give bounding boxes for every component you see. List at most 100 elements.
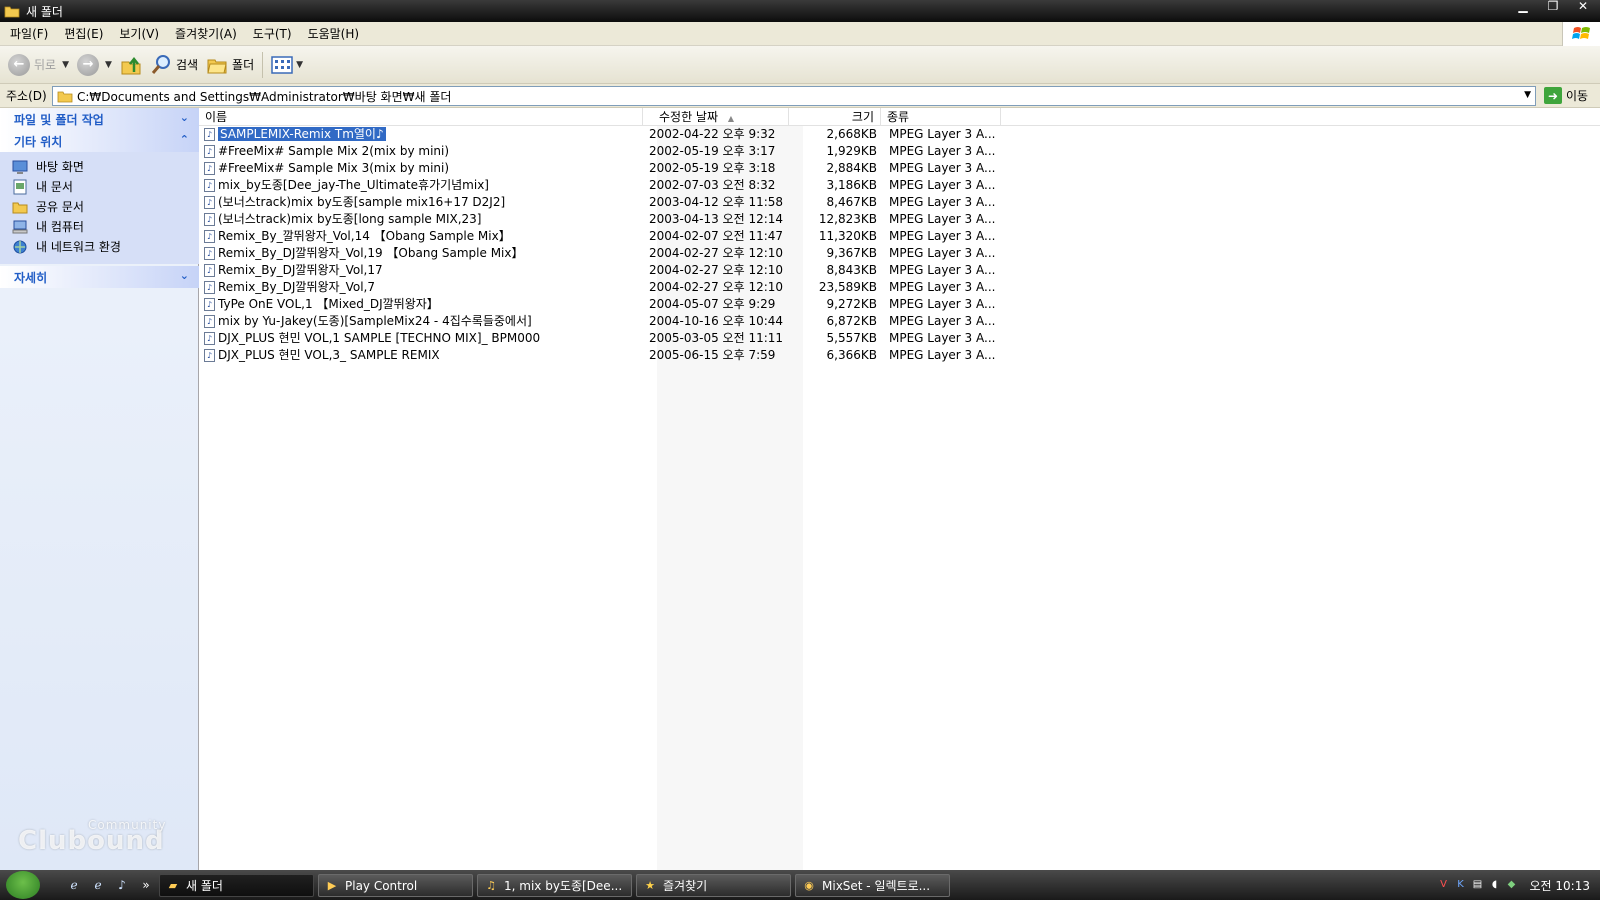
title-bar[interactable]: 새 폴더 ▁ ❐ ✕ xyxy=(0,0,1600,22)
file-type: MPEG Layer 3 A... xyxy=(889,144,996,158)
file-row[interactable]: ♪ DJX_PLUS 현민 VOL,3_ SAMPLE REMIX 2005-06-… xyxy=(199,347,1199,364)
file-type: MPEG Layer 3 A... xyxy=(889,229,996,243)
tray-network-icon[interactable]: ◆ xyxy=(1505,878,1519,892)
toolbar: ← 뒤로 ▼ → ▼ 검색 폴더 ▼ xyxy=(0,46,1600,84)
media-quicklaunch-icon[interactable]: ♪ xyxy=(114,877,130,893)
file-modified: 2004-05-07 오후 9:29 xyxy=(649,297,776,311)
file-row[interactable]: ♪ (보너스track)mix by도종[long sample MIX,23] 2… xyxy=(199,211,1199,228)
file-name: DJX_PLUS 현민 VOL,1 SAMPLE [TECHNO MIX]_ B… xyxy=(218,331,541,345)
file-name: mix by Yu-Jakey(도종)[SampleMix24 - 4집수록들중… xyxy=(218,314,532,328)
audio-icon: ♫ xyxy=(486,879,496,892)
file-row[interactable]: ♪ #FreeMix# Sample Mix 2(mix by mini) 2002… xyxy=(199,143,1199,160)
forward-button[interactable]: → ▼ xyxy=(73,50,116,80)
mp3-file-icon: ♪ xyxy=(204,281,215,294)
mp3-file-icon: ♪ xyxy=(204,179,215,192)
file-row[interactable]: ♪ Remix_By_깔뛰왕자_Vol,14 【Obang Sample Mix】… xyxy=(199,228,1199,245)
file-row[interactable]: ♪ TyPe OnE VOL,1 【Mixed_DJ깔뛰왕자】 2004-05-07… xyxy=(199,296,1199,313)
toolbar-separator xyxy=(262,51,264,78)
back-dropdown-icon[interactable]: ▼ xyxy=(62,60,69,70)
folders-button[interactable]: 폴더 xyxy=(202,50,258,80)
taskbar-button[interactable]: ◉ MixSet - 일렉트로... xyxy=(795,874,950,897)
file-row[interactable]: ♪ Remix_By_DJ깔뛰왕자_Vol,19 【Obang Sample Mi… xyxy=(199,245,1199,262)
maximize-button[interactable]: ❐ xyxy=(1540,0,1566,14)
column-header-type[interactable]: 종류 xyxy=(881,108,1001,126)
place-network[interactable]: 내 네트워크 환경 xyxy=(12,238,121,255)
taskbar-button[interactable]: ♫ 1, mix by도종[Dee... xyxy=(477,874,632,897)
views-button[interactable]: ▼ xyxy=(267,50,307,80)
file-size: 6,366KB xyxy=(826,348,877,362)
window-title: 새 폴더 xyxy=(26,4,63,19)
column-header-name[interactable]: 이름 xyxy=(199,108,643,126)
folder-icon: ▰ xyxy=(168,879,178,892)
file-name: #FreeMix# Sample Mix 2(mix by mini) xyxy=(218,144,450,158)
minimize-button[interactable]: ▁ xyxy=(1510,0,1536,14)
file-row[interactable]: ♪ #FreeMix# Sample Mix 3(mix by mini) 2002… xyxy=(199,160,1199,177)
ie-quicklaunch-icon[interactable]: ℯ xyxy=(66,877,82,893)
expand-chevron-icon[interactable]: ⌄ xyxy=(180,111,189,124)
file-row[interactable]: ♪ mix by Yu-Jakey(도종)[SampleMix24 - 4집수록들… xyxy=(199,313,1199,330)
place-shared-documents[interactable]: 공유 문서 xyxy=(12,198,84,215)
file-size: 9,272KB xyxy=(826,297,877,311)
collapse-chevron-icon[interactable]: ⌃ xyxy=(180,133,189,146)
file-row[interactable]: ♪ (보너스track)mix by도종[sample mix16+17 D2J2… xyxy=(199,194,1199,211)
taskbar-button[interactable]: ▰ 새 폴더 xyxy=(159,874,314,897)
file-list[interactable]: 이름 수정한 날짜 ▲ 크기 종류 ♪ SAMPLEMIX-Remix Tm열이♪… xyxy=(199,108,1600,870)
back-button[interactable]: ← 뒤로 ▼ xyxy=(4,50,73,80)
up-folder-button[interactable] xyxy=(116,50,146,80)
file-row[interactable]: ♪ Remix_By_DJ깔뛰왕자_Vol,7 2004-02-27 오후 12:1… xyxy=(199,279,1199,296)
taskbar-button[interactable]: ★ 즐겨찾기 xyxy=(636,874,791,897)
start-button[interactable] xyxy=(6,871,40,899)
file-modified: 2003-04-12 오후 11:58 xyxy=(649,195,784,209)
address-dropdown-icon[interactable]: ▼ xyxy=(1524,90,1531,100)
column-header-size[interactable]: 크기 xyxy=(789,108,881,126)
place-my-computer[interactable]: 내 컴퓨터 xyxy=(12,218,84,235)
shared-folder-icon xyxy=(12,202,28,213)
expand-chevron-icon[interactable]: ⌄ xyxy=(180,269,189,282)
file-name: (보너스track)mix by도종[sample mix16+17 D2J2] xyxy=(218,195,506,209)
forward-dropdown-icon[interactable]: ▼ xyxy=(105,60,112,70)
details-header[interactable]: 자세히 ⌄ xyxy=(0,266,199,288)
menu-favorites[interactable]: 즐겨찾기(A) xyxy=(167,25,245,42)
file-tasks-header[interactable]: 파일 및 폴더 작업 ⌄ xyxy=(0,108,199,130)
file-row[interactable]: ♪ mix_by도종[Dee_jay-The_Ultimate휴가기념mix] 20… xyxy=(199,177,1199,194)
address-input[interactable]: C:₩Documents and Settings₩Administrator₩… xyxy=(52,86,1536,106)
watermark-logo: Community Clubound xyxy=(18,818,167,856)
go-button[interactable]: ➜ 이동 xyxy=(1544,87,1588,104)
file-name: SAMPLEMIX-Remix Tm열이♪ xyxy=(218,126,387,142)
file-type: MPEG Layer 3 A... xyxy=(889,280,996,294)
menu-view[interactable]: 보기(V) xyxy=(111,25,167,42)
file-row[interactable]: ♪ DJX_PLUS 현민 VOL,1 SAMPLE [TECHNO MIX]_ … xyxy=(199,330,1199,347)
menu-edit[interactable]: 편집(E) xyxy=(56,25,111,42)
place-my-documents[interactable]: 내 문서 xyxy=(12,178,73,195)
file-modified: 2004-10-16 오후 10:44 xyxy=(649,314,784,328)
file-size: 6,872KB xyxy=(826,314,877,328)
windows-logo-icon xyxy=(1562,22,1600,46)
file-modified: 2003-04-13 오전 12:14 xyxy=(649,212,784,226)
tray-vl-icon[interactable]: V xyxy=(1437,878,1451,892)
menu-file[interactable]: 파일(F) xyxy=(2,25,56,42)
back-arrow-icon: ← xyxy=(8,53,30,76)
file-row[interactable]: ♪ Remix_By_DJ깔뛰왕자_Vol,17 2004-02-27 오후 12:… xyxy=(199,262,1199,279)
other-places-header[interactable]: 기타 위치 ⌃ xyxy=(0,130,199,152)
mp3-file-icon: ♪ xyxy=(204,332,215,345)
file-name: Remix_By_DJ깔뛰왕자_Vol,7 xyxy=(218,280,375,294)
column-header-modified[interactable]: 수정한 날짜 ▲ xyxy=(643,108,789,126)
place-desktop[interactable]: 바탕 화면 xyxy=(12,158,84,175)
clock[interactable]: 오전 10:13 xyxy=(1530,877,1590,894)
search-button[interactable]: 검색 xyxy=(146,50,202,80)
tray-k-icon[interactable]: K xyxy=(1454,878,1468,892)
file-type: MPEG Layer 3 A... xyxy=(889,331,996,345)
file-type: MPEG Layer 3 A... xyxy=(889,314,996,328)
tray-speaker-icon[interactable]: ◖ xyxy=(1488,878,1502,892)
menu-tools[interactable]: 도구(T) xyxy=(245,25,300,42)
mp3-file-icon: ♪ xyxy=(204,196,215,209)
tray-document-icon[interactable]: ▤ xyxy=(1471,878,1485,892)
taskbar-button[interactable]: ▶ Play Control xyxy=(318,874,473,897)
menu-help[interactable]: 도움말(H) xyxy=(300,25,368,42)
file-size: 8,467KB xyxy=(826,195,877,209)
file-row[interactable]: ♪ SAMPLEMIX-Remix Tm열이♪ 2002-04-22 오후 9:32… xyxy=(199,126,1199,143)
file-type: MPEG Layer 3 A... xyxy=(889,246,996,260)
close-button[interactable]: ✕ xyxy=(1570,0,1596,14)
ie-quicklaunch-icon[interactable]: ℯ xyxy=(90,877,106,893)
quicklaunch-more-icon[interactable]: » xyxy=(138,877,154,893)
